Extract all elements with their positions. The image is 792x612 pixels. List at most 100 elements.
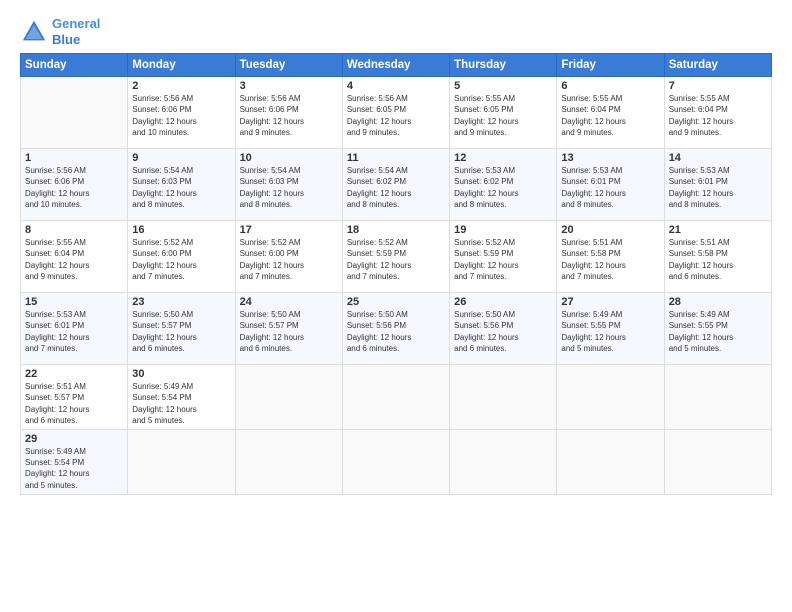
day-info: Sunrise: 5:54 AMSunset: 6:03 PMDaylight:… bbox=[240, 165, 338, 210]
day-number: 29 bbox=[25, 433, 123, 445]
day-info: Sunrise: 5:53 AMSunset: 6:01 PMDaylight:… bbox=[669, 165, 767, 210]
day-info: Sunrise: 5:52 AMSunset: 6:00 PMDaylight:… bbox=[132, 237, 230, 282]
header-tuesday: Tuesday bbox=[235, 54, 342, 77]
day-number: 22 bbox=[25, 368, 123, 380]
calendar-cell bbox=[450, 365, 557, 430]
calendar-cell: 18Sunrise: 5:52 AMSunset: 5:59 PMDayligh… bbox=[342, 221, 449, 293]
calendar-cell bbox=[342, 365, 449, 430]
calendar-cell: 6Sunrise: 5:55 AMSunset: 6:04 PMDaylight… bbox=[557, 77, 664, 149]
calendar-cell: 13Sunrise: 5:53 AMSunset: 6:01 PMDayligh… bbox=[557, 149, 664, 221]
day-number: 1 bbox=[25, 152, 123, 164]
calendar-cell: 23Sunrise: 5:50 AMSunset: 5:57 PMDayligh… bbox=[128, 293, 235, 365]
day-info: Sunrise: 5:56 AMSunset: 6:06 PMDaylight:… bbox=[25, 165, 123, 210]
day-info: Sunrise: 5:50 AMSunset: 5:56 PMDaylight:… bbox=[454, 309, 552, 354]
day-number: 2 bbox=[132, 80, 230, 92]
logo-text: General Blue bbox=[52, 16, 100, 47]
calendar-cell: 24Sunrise: 5:50 AMSunset: 5:57 PMDayligh… bbox=[235, 293, 342, 365]
day-number: 9 bbox=[132, 152, 230, 164]
calendar-page: General Blue Sunday Monday Tuesday Wedne… bbox=[0, 0, 792, 612]
calendar-cell: 1Sunrise: 5:56 AMSunset: 6:06 PMDaylight… bbox=[21, 149, 128, 221]
day-info: Sunrise: 5:54 AMSunset: 6:02 PMDaylight:… bbox=[347, 165, 445, 210]
day-info: Sunrise: 5:49 AMSunset: 5:54 PMDaylight:… bbox=[25, 446, 123, 491]
day-info: Sunrise: 5:51 AMSunset: 5:58 PMDaylight:… bbox=[669, 237, 767, 282]
day-number: 18 bbox=[347, 224, 445, 236]
day-info: Sunrise: 5:51 AMSunset: 5:58 PMDaylight:… bbox=[561, 237, 659, 282]
day-number: 20 bbox=[561, 224, 659, 236]
calendar-cell bbox=[557, 429, 664, 494]
day-number: 17 bbox=[240, 224, 338, 236]
calendar-cell: 5Sunrise: 5:55 AMSunset: 6:05 PMDaylight… bbox=[450, 77, 557, 149]
day-info: Sunrise: 5:56 AMSunset: 6:05 PMDaylight:… bbox=[347, 93, 445, 138]
calendar-cell bbox=[128, 429, 235, 494]
calendar-cell: 3Sunrise: 5:56 AMSunset: 6:06 PMDaylight… bbox=[235, 77, 342, 149]
weekday-header-row: Sunday Monday Tuesday Wednesday Thursday… bbox=[21, 54, 772, 77]
day-info: Sunrise: 5:50 AMSunset: 5:56 PMDaylight:… bbox=[347, 309, 445, 354]
day-info: Sunrise: 5:52 AMSunset: 5:59 PMDaylight:… bbox=[347, 237, 445, 282]
day-info: Sunrise: 5:56 AMSunset: 6:06 PMDaylight:… bbox=[240, 93, 338, 138]
calendar-cell: 21Sunrise: 5:51 AMSunset: 5:58 PMDayligh… bbox=[664, 221, 771, 293]
calendar-cell: 17Sunrise: 5:52 AMSunset: 6:00 PMDayligh… bbox=[235, 221, 342, 293]
day-info: Sunrise: 5:53 AMSunset: 6:01 PMDaylight:… bbox=[561, 165, 659, 210]
day-info: Sunrise: 5:53 AMSunset: 6:01 PMDaylight:… bbox=[25, 309, 123, 354]
calendar-cell bbox=[664, 365, 771, 430]
day-number: 23 bbox=[132, 296, 230, 308]
day-number: 3 bbox=[240, 80, 338, 92]
calendar-cell: 26Sunrise: 5:50 AMSunset: 5:56 PMDayligh… bbox=[450, 293, 557, 365]
calendar-cell: 30Sunrise: 5:49 AMSunset: 5:54 PMDayligh… bbox=[128, 365, 235, 430]
calendar-cell: 29Sunrise: 5:49 AMSunset: 5:54 PMDayligh… bbox=[21, 429, 128, 494]
calendar-cell: 8Sunrise: 5:55 AMSunset: 6:04 PMDaylight… bbox=[21, 221, 128, 293]
header-wednesday: Wednesday bbox=[342, 54, 449, 77]
day-info: Sunrise: 5:52 AMSunset: 5:59 PMDaylight:… bbox=[454, 237, 552, 282]
logo-icon bbox=[20, 18, 48, 46]
day-info: Sunrise: 5:55 AMSunset: 6:05 PMDaylight:… bbox=[454, 93, 552, 138]
day-info: Sunrise: 5:55 AMSunset: 6:04 PMDaylight:… bbox=[25, 237, 123, 282]
calendar-cell bbox=[450, 429, 557, 494]
day-number: 16 bbox=[132, 224, 230, 236]
day-number: 19 bbox=[454, 224, 552, 236]
calendar-cell: 7Sunrise: 5:55 AMSunset: 6:04 PMDaylight… bbox=[664, 77, 771, 149]
calendar-cell: 11Sunrise: 5:54 AMSunset: 6:02 PMDayligh… bbox=[342, 149, 449, 221]
day-number: 5 bbox=[454, 80, 552, 92]
day-info: Sunrise: 5:56 AMSunset: 6:06 PMDaylight:… bbox=[132, 93, 230, 138]
day-number: 27 bbox=[561, 296, 659, 308]
day-info: Sunrise: 5:55 AMSunset: 6:04 PMDaylight:… bbox=[669, 93, 767, 138]
calendar-cell: 27Sunrise: 5:49 AMSunset: 5:55 PMDayligh… bbox=[557, 293, 664, 365]
day-info: Sunrise: 5:49 AMSunset: 5:55 PMDaylight:… bbox=[669, 309, 767, 354]
day-number: 30 bbox=[132, 368, 230, 380]
header-saturday: Saturday bbox=[664, 54, 771, 77]
day-info: Sunrise: 5:54 AMSunset: 6:03 PMDaylight:… bbox=[132, 165, 230, 210]
day-info: Sunrise: 5:49 AMSunset: 5:54 PMDaylight:… bbox=[132, 381, 230, 426]
day-number: 13 bbox=[561, 152, 659, 164]
day-info: Sunrise: 5:55 AMSunset: 6:04 PMDaylight:… bbox=[561, 93, 659, 138]
calendar-cell: 16Sunrise: 5:52 AMSunset: 6:00 PMDayligh… bbox=[128, 221, 235, 293]
day-number: 25 bbox=[347, 296, 445, 308]
calendar-cell: 9Sunrise: 5:54 AMSunset: 6:03 PMDaylight… bbox=[128, 149, 235, 221]
day-number: 11 bbox=[347, 152, 445, 164]
day-number: 24 bbox=[240, 296, 338, 308]
day-info: Sunrise: 5:50 AMSunset: 5:57 PMDaylight:… bbox=[240, 309, 338, 354]
day-number: 15 bbox=[25, 296, 123, 308]
calendar-cell: 10Sunrise: 5:54 AMSunset: 6:03 PMDayligh… bbox=[235, 149, 342, 221]
calendar-cell: 15Sunrise: 5:53 AMSunset: 6:01 PMDayligh… bbox=[21, 293, 128, 365]
day-info: Sunrise: 5:52 AMSunset: 6:00 PMDaylight:… bbox=[240, 237, 338, 282]
calendar-cell: 25Sunrise: 5:50 AMSunset: 5:56 PMDayligh… bbox=[342, 293, 449, 365]
calendar-cell bbox=[664, 429, 771, 494]
page-header: General Blue bbox=[20, 16, 772, 47]
day-number: 4 bbox=[347, 80, 445, 92]
calendar-cell: 14Sunrise: 5:53 AMSunset: 6:01 PMDayligh… bbox=[664, 149, 771, 221]
calendar-cell bbox=[235, 365, 342, 430]
calendar-cell bbox=[21, 77, 128, 149]
header-monday: Monday bbox=[128, 54, 235, 77]
calendar-table: Sunday Monday Tuesday Wednesday Thursday… bbox=[20, 53, 772, 495]
calendar-cell bbox=[342, 429, 449, 494]
day-info: Sunrise: 5:49 AMSunset: 5:55 PMDaylight:… bbox=[561, 309, 659, 354]
logo: General Blue bbox=[20, 16, 100, 47]
calendar-cell: 12Sunrise: 5:53 AMSunset: 6:02 PMDayligh… bbox=[450, 149, 557, 221]
header-friday: Friday bbox=[557, 54, 664, 77]
day-number: 21 bbox=[669, 224, 767, 236]
day-number: 26 bbox=[454, 296, 552, 308]
calendar-cell bbox=[235, 429, 342, 494]
day-number: 14 bbox=[669, 152, 767, 164]
day-number: 6 bbox=[561, 80, 659, 92]
day-number: 8 bbox=[25, 224, 123, 236]
